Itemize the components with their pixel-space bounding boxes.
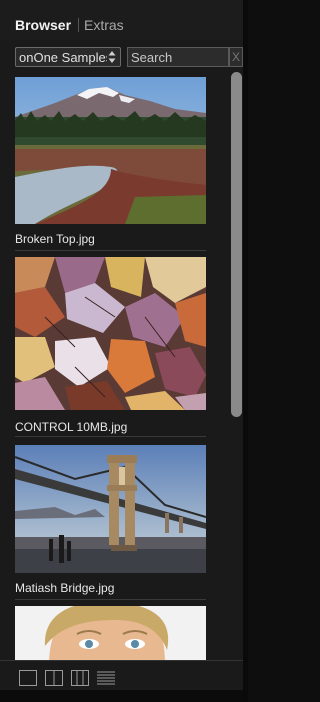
clear-search-button[interactable]: X: [229, 47, 243, 67]
thumbnail-broken-top[interactable]: [15, 77, 206, 224]
single-column-view-icon[interactable]: [19, 670, 37, 686]
tab-browser[interactable]: Browser: [15, 16, 71, 34]
source-select-value: onOne Samples: [19, 50, 107, 65]
browser-panel: Browser Extras onOne Samples Search X Br…: [0, 0, 248, 702]
file-list: Broken Top.jpg CONTROL 10MB.jpg Matiash …: [0, 72, 226, 660]
file-name[interactable]: CONTROL 10MB.jpg: [15, 420, 127, 434]
source-select[interactable]: onOne Samples: [15, 47, 121, 67]
thumbnail-matiash-bridge[interactable]: [15, 445, 206, 573]
file-name[interactable]: Broken Top.jpg: [15, 232, 95, 246]
tab-extras[interactable]: Extras: [84, 16, 124, 34]
list-view-icon[interactable]: [97, 670, 115, 686]
browser-toolbar: onOne Samples Search: [0, 44, 248, 70]
search-placeholder: Search: [131, 50, 173, 65]
thumbnail-control-10mb[interactable]: [15, 257, 206, 410]
search-input[interactable]: Search: [127, 47, 229, 67]
file-name[interactable]: Matiash Bridge.jpg: [15, 581, 114, 595]
panel-header: Browser Extras: [0, 0, 248, 40]
thumbnail-portrait[interactable]: [15, 606, 206, 660]
item-divider: [15, 250, 206, 251]
item-divider: [15, 599, 206, 600]
three-column-view-icon[interactable]: [71, 670, 89, 686]
bottom-bar: [0, 690, 248, 702]
scrollbar-thumb[interactable]: [231, 72, 242, 417]
tab-separator: [78, 18, 79, 32]
item-divider: [15, 436, 206, 437]
panel-edge: [243, 0, 248, 702]
two-column-view-icon[interactable]: [45, 670, 63, 686]
up-down-arrows-icon: [107, 50, 117, 64]
view-mode-bar: [0, 660, 248, 690]
